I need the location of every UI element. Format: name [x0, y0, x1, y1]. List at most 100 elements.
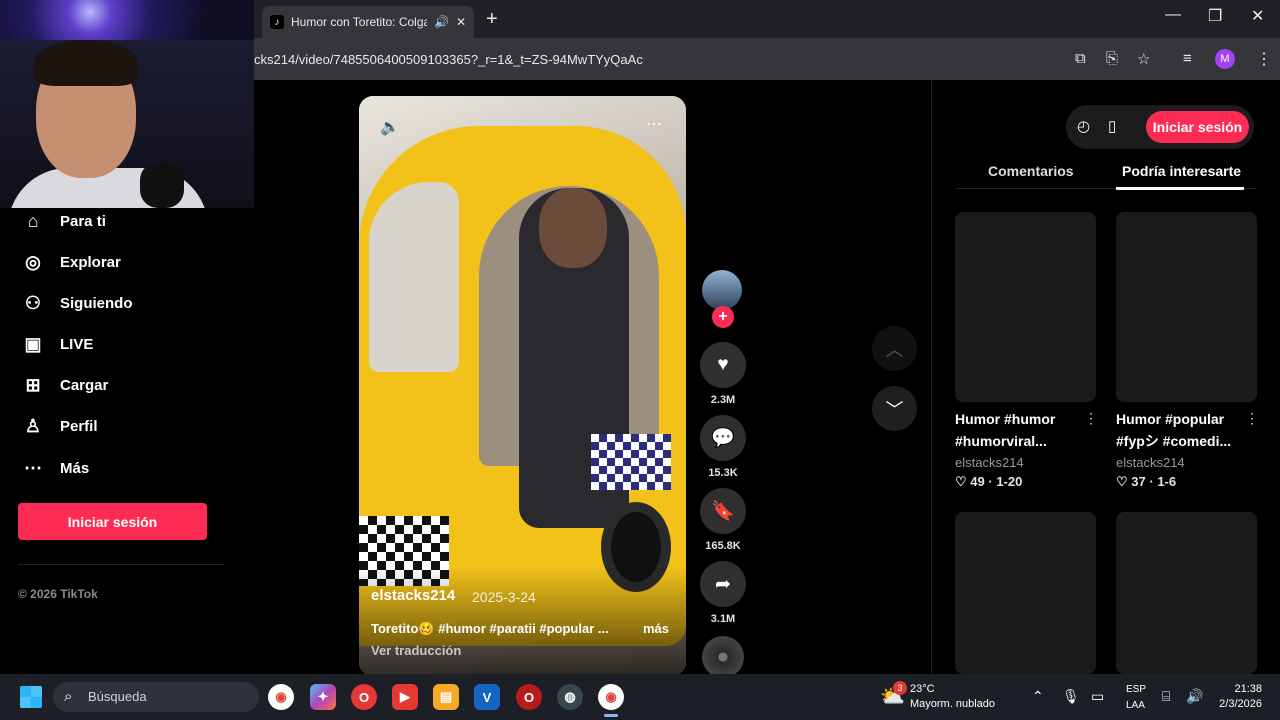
install-app-icon[interactable]: ⎘ — [1106, 50, 1118, 67]
copyright-text: © 2026 TikTok — [18, 587, 98, 601]
url-text[interactable]: cks214/video/7485506400509103365?_r=1&_t… — [254, 52, 643, 67]
microphone-icon[interactable]: 🎙 — [1062, 688, 1080, 705]
youtube-icon[interactable]: ▶ — [392, 684, 418, 710]
window-close-icon[interactable]: ✕ — [1251, 6, 1264, 26]
upload-icon: ⊞ — [25, 375, 41, 395]
more-text-button[interactable]: más — [643, 621, 669, 636]
card-title[interactable]: Humor #popular #fypシ #comedi... — [1116, 408, 1238, 452]
copilot-icon[interactable]: ✦ — [310, 684, 336, 710]
sidebar-item-perfil[interactable]: ♙ Perfil — [22, 416, 98, 437]
keyboard-layout[interactable]: LAA — [1126, 700, 1145, 711]
creator-avatar[interactable] — [702, 270, 742, 310]
sidebar-item-cargar[interactable]: ⊞ Cargar — [22, 375, 108, 396]
taskbar-search[interactable] — [53, 682, 259, 712]
card-title[interactable]: Humor #humor #humorviral... — [955, 408, 1077, 452]
sidebar-login-button[interactable]: Iniciar sesión — [18, 503, 207, 540]
tab-audio-icon[interactable]: 🔊 — [434, 15, 449, 29]
previous-video-button[interactable]: ︿ — [872, 326, 917, 371]
device-icon[interactable]: ▯ — [1108, 117, 1116, 135]
sidebar-item-live[interactable]: ▣ LIVE — [22, 334, 93, 355]
share-button[interactable]: ➦ — [700, 561, 746, 607]
active-app-indicator — [604, 714, 618, 717]
sidebar-item-siguiendo[interactable]: ⚇ Siguiendo — [22, 293, 133, 314]
card-author[interactable]: elstacks214 — [955, 455, 1024, 470]
bookmark-star-icon[interactable]: ☆ — [1137, 50, 1150, 68]
sidebar-item-para-ti[interactable]: ⌂ Para ti — [22, 211, 106, 232]
card-author[interactable]: elstacks214 — [1116, 455, 1185, 470]
translate-icon[interactable]: ⧉ — [1075, 50, 1086, 67]
vegas-icon[interactable]: V — [474, 684, 500, 710]
chrome-profile-icon[interactable]: ◉ — [598, 684, 624, 710]
obs-icon[interactable]: ◍ — [557, 684, 583, 710]
profile-avatar[interactable]: M — [1215, 49, 1235, 69]
heart-outline-icon: ♡ — [1116, 474, 1128, 489]
media-control-icon[interactable]: ≡ — [1183, 50, 1192, 67]
new-tab-icon[interactable]: + — [486, 8, 498, 31]
translate-button[interactable]: Ver traducción — [371, 643, 461, 658]
windows-start-icon[interactable] — [20, 686, 42, 708]
video-thumbnail[interactable] — [1116, 512, 1257, 674]
file-explorer-icon[interactable]: ▤ — [433, 684, 459, 710]
weather-temperature[interactable]: 23°C — [910, 683, 935, 695]
home-icon: ⌂ — [27, 211, 39, 231]
weather-badge: 3 — [893, 681, 907, 695]
chevron-up-tray-icon[interactable]: ⌃ — [1032, 688, 1044, 705]
active-tab-indicator — [1116, 187, 1244, 190]
minimize-icon[interactable]: — — [1165, 6, 1181, 24]
browser-menu-icon[interactable]: ⋮ — [1256, 49, 1272, 69]
profile-icon: ♙ — [24, 416, 42, 436]
share-count: 3.1M — [710, 613, 736, 625]
screen: ♪ Humor con Toretito: Colgar 🔊 ✕ + — ❐ ✕… — [0, 0, 1280, 720]
coins-icon[interactable]: ◴ — [1077, 117, 1090, 135]
panel-divider — [931, 80, 932, 678]
search-placeholder[interactable]: Búsqueda — [88, 689, 147, 704]
network-icon[interactable]: ⌸ — [1162, 688, 1170, 705]
video-thumbnail[interactable] — [955, 512, 1096, 674]
music-disc[interactable] — [702, 636, 744, 678]
chrome-icon[interactable]: ◉ — [268, 684, 294, 710]
maximize-icon[interactable]: ❐ — [1208, 6, 1222, 26]
webcam-overlay — [0, 0, 254, 208]
card-more-icon[interactable]: ⋮ — [1245, 410, 1259, 427]
weather-description[interactable]: Mayorm. nublado — [910, 698, 995, 710]
tab-podria-interesarte[interactable]: Podría interesarte — [1122, 163, 1241, 179]
video-thumbnail[interactable] — [1116, 212, 1257, 402]
bookmark-icon: 🔖 — [711, 501, 735, 522]
browser-tab[interactable]: ♪ Humor con Toretito: Colgar 🔊 ✕ — [262, 6, 474, 38]
opera-gx-icon[interactable]: O — [516, 684, 542, 710]
sidebar-item-mas[interactable]: ⋯ Más — [22, 458, 89, 479]
top-login-button[interactable]: Iniciar sesión — [1146, 111, 1249, 143]
battery-icon[interactable]: ▭ — [1091, 688, 1104, 705]
comment-icon: 💬 — [711, 428, 735, 449]
more-icon: ⋯ — [24, 458, 42, 478]
next-video-button[interactable]: ﹀ — [872, 386, 917, 431]
chevron-down-icon: ﹀ — [885, 399, 904, 420]
speaker-icon[interactable]: 🔊 — [1186, 688, 1203, 705]
video-author[interactable]: elstacks214 — [371, 587, 455, 604]
heart-outline-icon: ♡ — [955, 474, 967, 489]
sidebar-item-explorar[interactable]: ◎ Explorar — [22, 252, 121, 273]
video-thumbnail[interactable] — [955, 212, 1096, 402]
sidebar-divider — [18, 564, 224, 565]
microphone — [140, 162, 184, 208]
tab-close-icon[interactable]: ✕ — [456, 15, 466, 29]
tiktok-favicon-icon: ♪ — [270, 15, 284, 29]
share-arrow-icon: ➦ — [715, 573, 731, 595]
video-date: 2025-3-24 — [472, 589, 536, 605]
language-code[interactable]: ESP — [1126, 684, 1146, 695]
opera-icon[interactable]: O — [351, 684, 377, 710]
save-button[interactable]: 🔖 — [700, 488, 746, 534]
card-more-icon[interactable]: ⋮ — [1084, 410, 1098, 427]
clock-time[interactable]: 21:38 — [1216, 683, 1262, 695]
tab-comentarios[interactable]: Comentarios — [988, 163, 1074, 179]
volume-icon[interactable]: 🔈 — [380, 117, 400, 137]
video-more-icon[interactable]: ⋯ — [646, 114, 662, 134]
like-button[interactable]: ♥ — [700, 342, 746, 388]
video-description: Toretito🥴 #humor #paratii #popular ... — [371, 621, 609, 636]
card-stats: ♡ 49 · 1-20 — [955, 474, 1023, 489]
save-count: 165.8K — [705, 540, 741, 552]
tab-title: Humor con Toretito: Colgar — [291, 15, 427, 29]
clock-date[interactable]: 2/3/2026 — [1208, 698, 1262, 710]
follow-plus-icon[interactable]: + — [712, 306, 734, 328]
comment-button[interactable]: 💬 — [700, 415, 746, 461]
